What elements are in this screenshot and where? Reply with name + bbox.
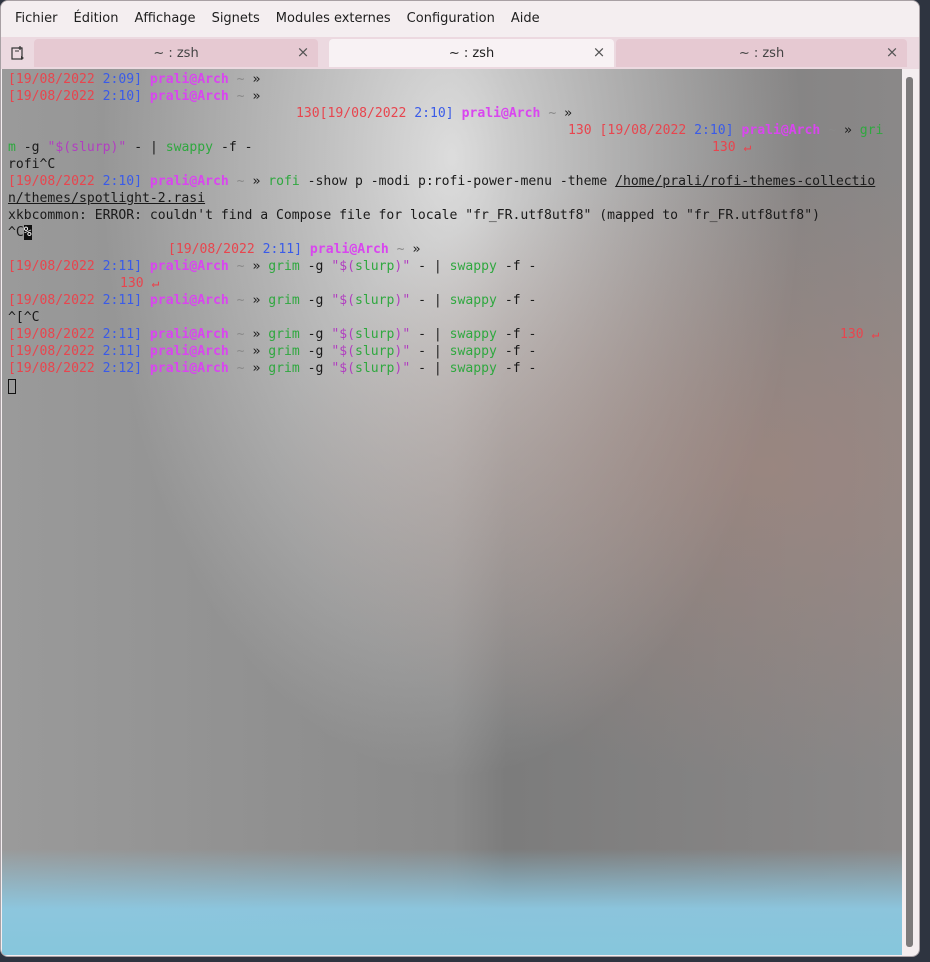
terminal-line: [19/08/2022 2:11] prali@Arch ~ » grim -g… [8, 259, 537, 274]
konsole-window: Fichier Édition Affichage Signets Module… [0, 0, 920, 957]
menu-edition[interactable]: Édition [66, 1, 127, 37]
terminal-line: ^[^C [8, 310, 40, 325]
terminal-line: [19/08/2022 2:11] prali@Arch ~ » grim -g… [8, 327, 537, 342]
terminal-line: [19/08/2022 2:12] prali@Arch ~ » grim -g… [8, 361, 537, 376]
tab-3[interactable]: ~ : zsh × [616, 39, 907, 67]
menu-configuration[interactable]: Configuration [399, 1, 503, 37]
terminal-line: n/themes/spotlight-2.rasi [8, 191, 206, 206]
terminal-line: 130 [19/08/2022 2:10] prali@Arch ~ » gri [568, 123, 884, 138]
close-icon[interactable]: × [592, 45, 606, 60]
tab-2-label: ~ : zsh [448, 45, 495, 61]
terminal-line: [19/08/2022 2:09] prali@Arch ~ » [8, 72, 261, 87]
terminal-line: m -g "$(slurp)" - | swappy -f - [8, 140, 253, 155]
exit-status: 130 ↵ [712, 140, 752, 155]
exit-status: 130 ↵ [840, 327, 880, 342]
exit-status: 130 ↵ [120, 276, 160, 291]
terminal-view[interactable]: [19/08/2022 2:09] prali@Arch ~ » [19/08/… [2, 69, 902, 955]
text-cursor [8, 379, 16, 394]
terminal-line: [19/08/2022 2:10] prali@Arch ~ » rofi -s… [8, 174, 876, 189]
terminal-line: ^C% [8, 225, 32, 240]
terminal-line: [19/08/2022 2:11] prali@Arch ~ » grim -g… [8, 344, 537, 359]
return-icon: ↵ [743, 140, 752, 155]
tab-1-label: ~ : zsh [153, 45, 199, 61]
terminal-line: [19/08/2022 2:11] prali@Arch ~ » grim -g… [8, 293, 537, 308]
menu-fichier[interactable]: Fichier [7, 1, 66, 37]
terminal-scrollbar[interactable] [906, 77, 913, 947]
close-icon[interactable]: × [885, 45, 899, 60]
tab-bar: ~ : zsh × ~ : zsh × ~ : zsh × [1, 37, 919, 69]
new-tab-button[interactable] [7, 43, 29, 63]
new-tab-icon [11, 46, 24, 60]
menu-signets[interactable]: Signets [204, 1, 268, 37]
close-icon[interactable]: × [296, 45, 310, 60]
menu-modules-externes[interactable]: Modules externes [268, 1, 399, 37]
terminal-line: [19/08/2022 2:10] prali@Arch ~ » [8, 89, 261, 104]
return-icon: ↵ [151, 276, 160, 291]
menu-affichage[interactable]: Affichage [126, 1, 203, 37]
terminal-line: xkbcommon: ERROR: couldn't find a Compos… [8, 208, 820, 223]
menubar: Fichier Édition Affichage Signets Module… [1, 1, 919, 37]
tab-2[interactable]: ~ : zsh × [329, 39, 614, 67]
tab-1[interactable]: ~ : zsh × [34, 39, 318, 67]
terminal-line: rofi^C [8, 157, 56, 172]
tab-3-label: ~ : zsh [738, 45, 785, 61]
terminal-line: 130[19/08/2022 2:10] prali@Arch ~ » [296, 106, 572, 121]
return-icon: ↵ [871, 327, 880, 342]
menu-aide[interactable]: Aide [503, 1, 548, 37]
terminal-line: [19/08/2022 2:11] prali@Arch ~ » [168, 242, 421, 257]
